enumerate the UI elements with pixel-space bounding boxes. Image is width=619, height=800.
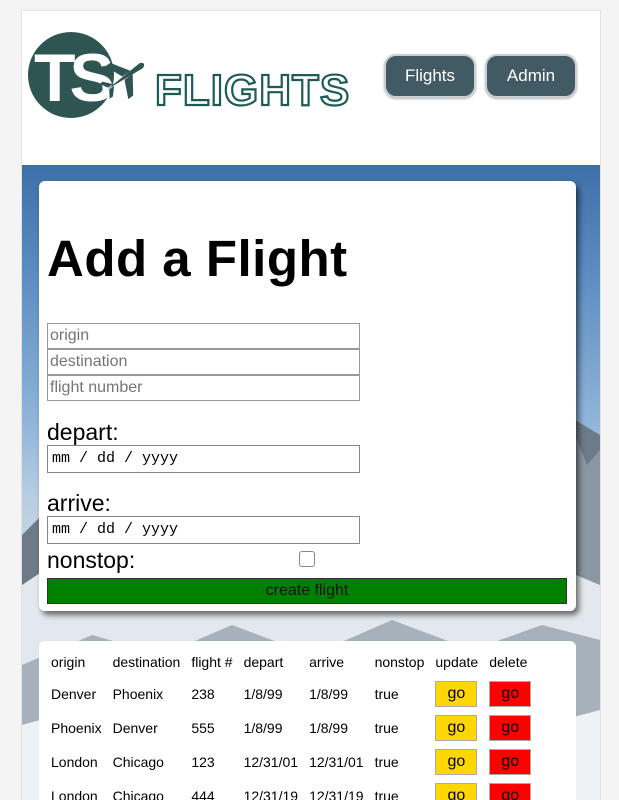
logo-ts-text: TS	[34, 40, 113, 116]
delete-button[interactable]: go	[489, 783, 532, 800]
flights-table-card: origin destination flight # depart arriv…	[39, 641, 576, 800]
delete-button[interactable]: go	[489, 681, 532, 707]
delete-button[interactable]: go	[489, 715, 532, 741]
cell-delete: go	[483, 779, 536, 800]
arrive-label: arrive:	[47, 490, 111, 516]
cell-delete: go	[483, 745, 536, 779]
table-row: London Chicago 123 12/31/01 12/31/01 tru…	[45, 745, 536, 779]
ts-flights-logo[interactable]: TS FLIGHTS	[28, 29, 358, 121]
nonstop-checkbox[interactable]	[299, 551, 315, 567]
column-header-depart: depart	[243, 654, 284, 670]
cell-nonstop: true	[374, 686, 399, 702]
cell-destination: Denver	[112, 720, 158, 736]
cell-update: go	[429, 711, 483, 745]
cell-delete: go	[483, 711, 536, 745]
cell-depart: 12/31/19	[243, 788, 299, 800]
column-header-origin: origin	[51, 654, 86, 670]
cell-origin: London	[51, 754, 98, 770]
flights-table: origin destination flight # depart arriv…	[45, 649, 536, 800]
cell-destination: Phoenix	[112, 686, 164, 702]
destination-input[interactable]	[47, 349, 360, 375]
update-button[interactable]: go	[435, 715, 478, 741]
arrive-date-input[interactable]: mm / dd / yyyy	[47, 516, 360, 544]
nav-flights-button[interactable]: Flights	[384, 54, 476, 98]
column-header-destination: destination	[112, 654, 181, 670]
table-row: Phoenix Denver 555 1/8/99 1/8/99 true go…	[45, 711, 536, 745]
nonstop-label: nonstop:	[47, 547, 136, 573]
column-header-arrive: arrive	[309, 654, 345, 670]
create-flight-button[interactable]: create flight	[47, 578, 567, 604]
cell-arrive: 12/31/19	[309, 788, 364, 800]
depart-date-input[interactable]: mm / dd / yyyy	[47, 445, 360, 473]
cell-arrive: 12/31/01	[309, 754, 364, 770]
cell-update: go	[429, 745, 483, 779]
cell-destination: Chicago	[112, 754, 164, 770]
update-button[interactable]: go	[435, 749, 478, 775]
update-button[interactable]: go	[435, 681, 478, 707]
cell-flight-number: 123	[191, 754, 215, 770]
cell-depart: 1/8/99	[243, 686, 283, 702]
origin-input[interactable]	[47, 323, 360, 349]
site-header: TS FLIGHTS Flights Admin	[22, 10, 600, 166]
cell-arrive: 1/8/99	[309, 720, 348, 736]
cell-flight-number: 555	[191, 720, 215, 736]
column-header-nonstop: nonstop	[374, 654, 425, 670]
table-row: London Chicago 444 12/31/19 12/31/19 tru…	[45, 779, 536, 800]
page: TS FLIGHTS Flights Admin Add a Flight or…	[21, 10, 601, 800]
cell-origin: Denver	[51, 686, 97, 702]
table-row: Denver Phoenix 238 1/8/99 1/8/99 true go…	[45, 677, 536, 711]
cell-delete: go	[483, 677, 536, 711]
cell-origin: London	[51, 788, 98, 800]
cell-update: go	[429, 677, 483, 711]
cell-update: go	[429, 779, 483, 800]
brand-flights-text: FLIGHTS	[155, 66, 350, 115]
flight-number-input[interactable]	[47, 375, 360, 401]
table-header-row: origin destination flight # depart arriv…	[45, 649, 536, 677]
column-header-update: update	[435, 654, 479, 670]
column-header-delete: delete	[489, 654, 528, 670]
cell-nonstop: true	[374, 754, 399, 770]
add-flight-form: Add a Flight depart: mm / dd / yyyy arri…	[39, 181, 576, 611]
column-header-flight-number: flight #	[191, 654, 233, 670]
cell-depart: 12/31/01	[243, 754, 299, 770]
cell-destination: Chicago	[112, 788, 164, 800]
cell-nonstop: true	[374, 788, 399, 800]
cell-depart: 1/8/99	[243, 720, 283, 736]
cell-arrive: 1/8/99	[309, 686, 348, 702]
update-button[interactable]: go	[435, 783, 478, 800]
depart-label: depart:	[47, 419, 119, 445]
nav-admin-button[interactable]: Admin	[485, 54, 577, 98]
cell-origin: Phoenix	[51, 720, 102, 736]
mountain-background: Add a Flight depart: mm / dd / yyyy arri…	[22, 165, 600, 800]
page-title: Add a Flight	[47, 230, 348, 287]
cell-flight-number: 444	[191, 788, 215, 800]
delete-button[interactable]: go	[489, 749, 532, 775]
cell-nonstop: true	[374, 720, 399, 736]
cell-flight-number: 238	[191, 686, 215, 702]
